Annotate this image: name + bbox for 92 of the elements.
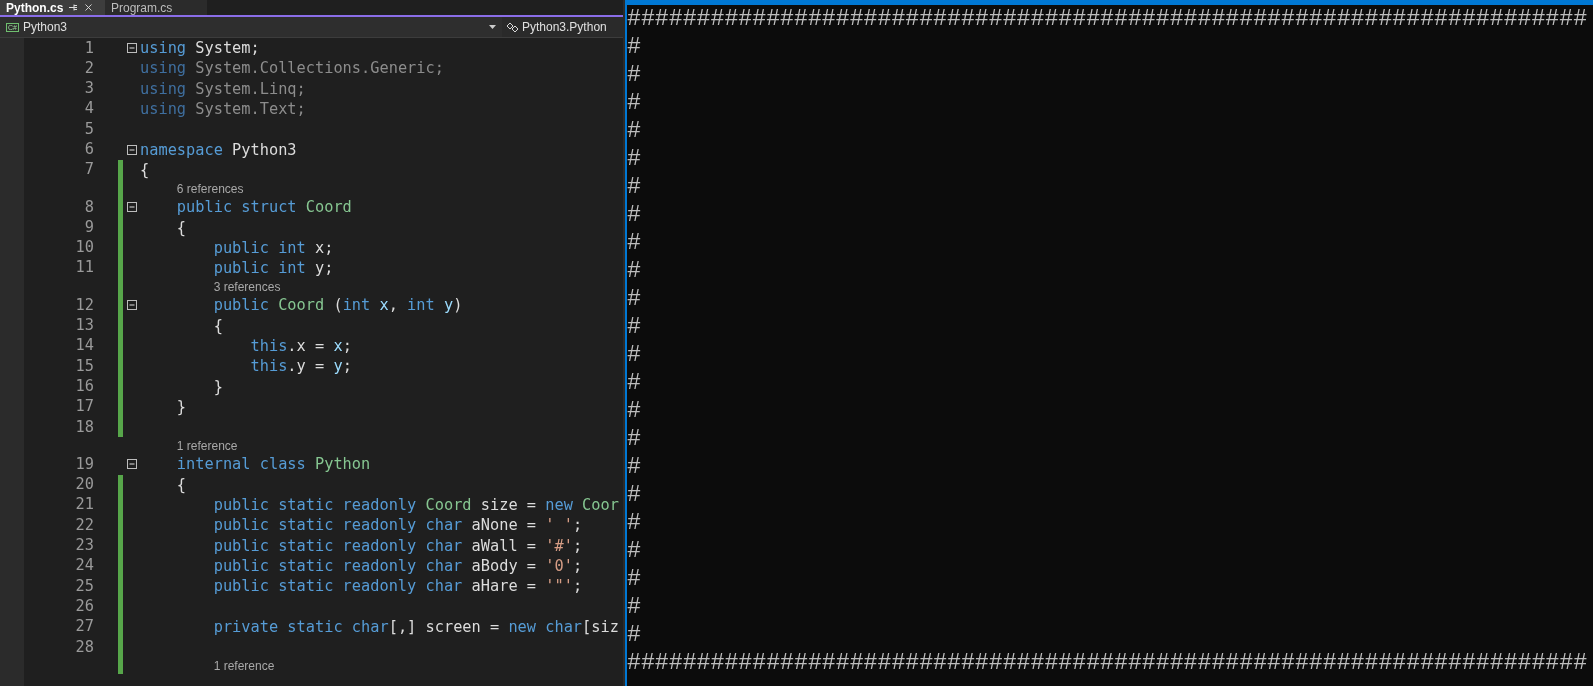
file-tab[interactable]: Program.cs bbox=[105, 0, 207, 15]
code-line: internal class Python bbox=[175, 454, 371, 475]
code-line: } bbox=[175, 396, 187, 417]
code-line: namespace Python3 bbox=[140, 139, 297, 160]
console-line: # bbox=[627, 287, 641, 311]
file-tab[interactable]: Python.cs bbox=[0, 0, 105, 15]
line-number: 11 bbox=[75, 260, 94, 276]
reference-count-link[interactable]: 1 reference bbox=[176, 436, 238, 455]
line-number: 7 bbox=[84, 162, 94, 178]
code-line: { bbox=[175, 217, 187, 238]
line-number: 12 bbox=[75, 297, 94, 314]
line-number: 24 bbox=[75, 558, 94, 574]
line-number: 4 bbox=[84, 101, 94, 117]
line-number: 14 bbox=[75, 338, 94, 354]
code-line: public int x; bbox=[212, 237, 334, 258]
class-member-icon bbox=[506, 21, 519, 33]
console-line: # bbox=[627, 203, 641, 227]
collapse-icon[interactable] bbox=[126, 144, 137, 155]
code-line: public static readonly char aBody = '0'; bbox=[212, 555, 583, 576]
line-number: 23 bbox=[75, 538, 94, 554]
collapse-icon[interactable] bbox=[126, 202, 137, 213]
line-number: 28 bbox=[75, 639, 94, 655]
line-number: 13 bbox=[75, 318, 94, 334]
line-number: 25 bbox=[75, 578, 94, 594]
line-number: 27 bbox=[75, 619, 94, 635]
line-number: 19 bbox=[75, 456, 94, 473]
line-number: 22 bbox=[75, 517, 94, 534]
console-line: # bbox=[627, 483, 641, 507]
reference-count-link[interactable]: 6 references bbox=[176, 179, 244, 198]
code-line: public struct Coord bbox=[175, 197, 352, 218]
code-line: public static readonly char aNone = ' '; bbox=[212, 515, 583, 536]
reference-count-link[interactable]: 3 references bbox=[213, 277, 281, 296]
console-line: # bbox=[627, 315, 641, 339]
line-number: 6 bbox=[84, 142, 94, 158]
close-icon[interactable] bbox=[83, 2, 95, 13]
code-line: } bbox=[212, 376, 223, 397]
console-line: # bbox=[627, 259, 641, 283]
collapse-icon[interactable] bbox=[126, 459, 137, 470]
code-line: using System.Collections.Generic; bbox=[140, 58, 444, 79]
line-number: 3 bbox=[84, 81, 94, 97]
code-line: { bbox=[175, 474, 187, 495]
console-line: # bbox=[627, 539, 641, 563]
collapse-icon[interactable] bbox=[126, 43, 137, 54]
code-line: using System; bbox=[140, 38, 260, 59]
console-line: # bbox=[627, 595, 641, 619]
line-number: 1 bbox=[84, 40, 94, 56]
line-number: 16 bbox=[75, 378, 94, 395]
line-number: 15 bbox=[75, 358, 94, 374]
console-line: # bbox=[627, 567, 641, 591]
code-line: public static readonly char aHare = '"'; bbox=[212, 576, 583, 597]
console-line: # bbox=[627, 511, 641, 535]
line-number: 2 bbox=[84, 60, 94, 77]
console-line: # bbox=[627, 35, 641, 59]
code-line: private static char[,] screen = new char[siz bbox=[212, 616, 619, 637]
line-number: 9 bbox=[84, 219, 94, 236]
line-number: 20 bbox=[75, 477, 94, 493]
code-line: this.x = x; bbox=[249, 336, 352, 356]
console-line: # bbox=[627, 63, 641, 87]
code-line: { bbox=[212, 315, 223, 336]
console-line: # bbox=[627, 91, 641, 115]
line-number: 8 bbox=[84, 199, 94, 215]
code-line: public static readonly Coord size = new Coor bbox=[212, 495, 619, 516]
console-line: # bbox=[627, 147, 641, 171]
pin-icon[interactable] bbox=[68, 3, 79, 12]
console-line: # bbox=[627, 427, 641, 451]
console-line: # bbox=[627, 231, 641, 255]
console-line: # bbox=[627, 371, 641, 395]
code-line: public static readonly char aWall = '#'; bbox=[212, 535, 583, 556]
code-line: { bbox=[140, 159, 150, 180]
console-line: # bbox=[627, 399, 641, 423]
line-number: 17 bbox=[75, 399, 94, 415]
code-line: using System.Linq; bbox=[140, 78, 306, 99]
console-line: # bbox=[627, 343, 641, 367]
console-line: ##################################################################### bbox=[627, 7, 1588, 31]
line-number: 21 bbox=[75, 497, 94, 513]
line-number: 5 bbox=[84, 121, 94, 137]
collapse-icon[interactable] bbox=[126, 300, 137, 311]
code-line: this.y = y; bbox=[249, 356, 352, 377]
console-line: ##################################################################### bbox=[627, 651, 1588, 675]
caret-icon bbox=[489, 25, 496, 29]
code-line: public int y; bbox=[212, 258, 334, 279]
console-line: # bbox=[627, 175, 641, 199]
line-number: 10 bbox=[75, 240, 94, 256]
code-line: using System.Text; bbox=[140, 99, 306, 120]
console-line: # bbox=[627, 119, 641, 143]
line-number: 26 bbox=[75, 598, 94, 615]
member-dropdown[interactable]: Python3.Python bbox=[502, 17, 623, 37]
code-line: public Coord (int x, int y) bbox=[212, 295, 463, 316]
console-line: # bbox=[627, 455, 641, 479]
line-number: 18 bbox=[75, 419, 94, 435]
reference-count-link[interactable]: 1 reference bbox=[213, 656, 275, 675]
console-line: # bbox=[627, 623, 641, 647]
